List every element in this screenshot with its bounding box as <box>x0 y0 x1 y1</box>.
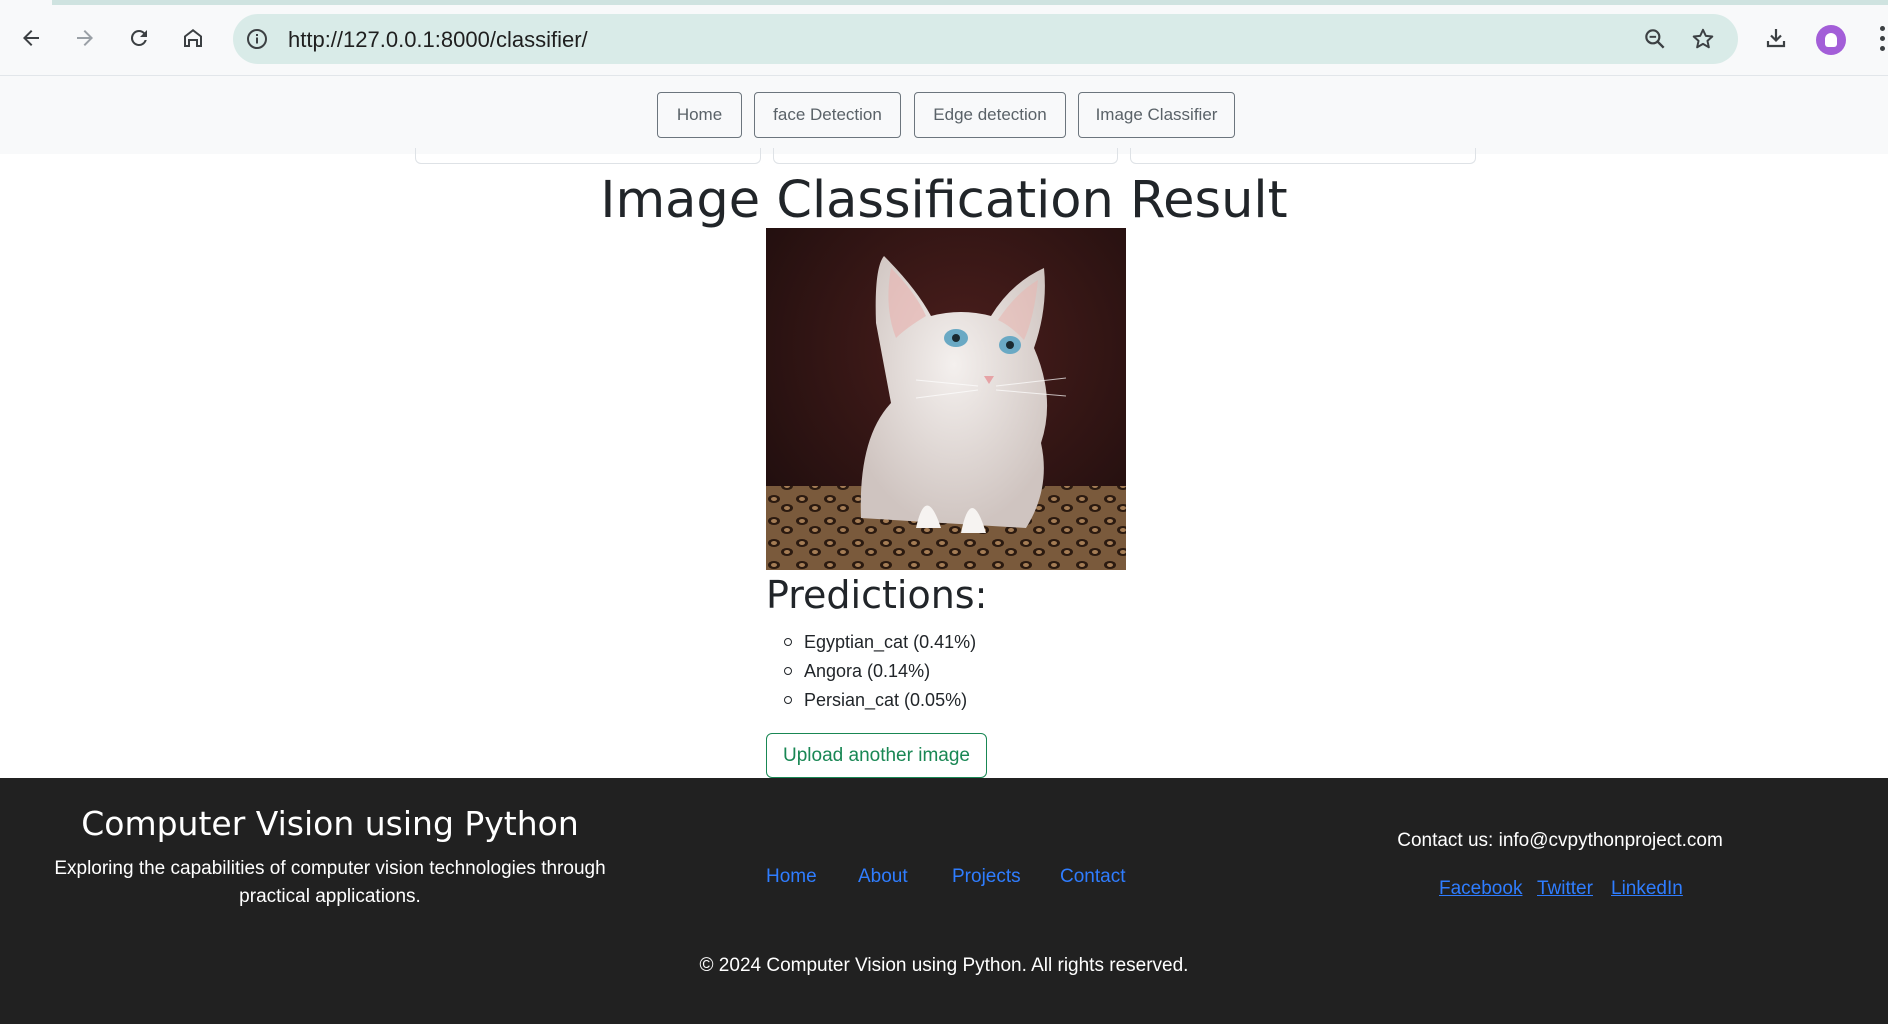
footer-link-projects[interactable]: Projects <box>952 866 1021 888</box>
bookmark-star-icon[interactable] <box>1690 26 1716 52</box>
footer-linkedin-link[interactable]: LinkedIn <box>1611 878 1683 900</box>
upload-another-image-button[interactable]: Upload another image <box>766 733 987 778</box>
footer-link-contact[interactable]: Contact <box>1060 866 1125 888</box>
page-title: Image Classification Result <box>600 171 1288 230</box>
card-edge <box>415 148 761 164</box>
site-footer: Computer Vision using Python Exploring t… <box>0 778 1888 1024</box>
reload-icon[interactable] <box>123 22 155 54</box>
forward-icon[interactable] <box>69 22 101 54</box>
more-menu-icon[interactable] <box>1878 26 1888 54</box>
predictions-list: Egyptian_cat (0.41%) Angora (0.14%) Pers… <box>766 628 976 715</box>
profile-avatar[interactable] <box>1816 25 1846 55</box>
url-text[interactable]: http://127.0.0.1:8000/classifier/ <box>288 27 588 53</box>
address-bar[interactable]: http://127.0.0.1:8000/classifier/ <box>233 14 1738 64</box>
home-icon[interactable] <box>177 22 209 54</box>
prediction-item: Angora (0.14%) <box>783 657 976 686</box>
site-info-icon[interactable] <box>245 27 269 51</box>
footer-copyright: © 2024 Computer Vision using Python. All… <box>699 955 1189 976</box>
footer-facebook-link[interactable]: Facebook <box>1439 878 1522 900</box>
nav-face-detection-button[interactable]: face Detection <box>754 92 901 138</box>
back-icon[interactable] <box>15 22 47 54</box>
nav-image-classifier-button[interactable]: Image Classifier <box>1078 92 1235 138</box>
active-tab-edge[interactable] <box>0 0 52 5</box>
card-edge <box>773 148 1118 164</box>
footer-brand: Computer Vision using Python <box>81 804 579 843</box>
prediction-item: Persian_cat (0.05%) <box>783 686 976 715</box>
footer-contact: Contact us: info@cvpythonproject.com <box>1397 830 1723 851</box>
card-edge <box>1130 148 1476 164</box>
zoom-icon[interactable] <box>1642 26 1668 52</box>
tab-strip <box>0 0 1888 5</box>
site-navbar: Home face Detection Edge detection Image… <box>0 76 1888 154</box>
uploaded-cat-image <box>766 228 1126 570</box>
footer-link-home[interactable]: Home <box>766 866 817 888</box>
browser-toolbar: http://127.0.0.1:8000/classifier/ <box>0 0 1888 76</box>
footer-tagline: Exploring the capabilities of computer v… <box>54 858 606 907</box>
nav-edge-detection-button[interactable]: Edge detection <box>914 92 1066 138</box>
footer-link-about[interactable]: About <box>858 866 908 888</box>
download-icon[interactable] <box>1760 22 1792 54</box>
nav-home-button[interactable]: Home <box>657 92 742 138</box>
footer-twitter-link[interactable]: Twitter <box>1537 878 1593 900</box>
predictions-heading: Predictions: <box>766 573 988 617</box>
prediction-item: Egyptian_cat (0.41%) <box>783 628 976 657</box>
